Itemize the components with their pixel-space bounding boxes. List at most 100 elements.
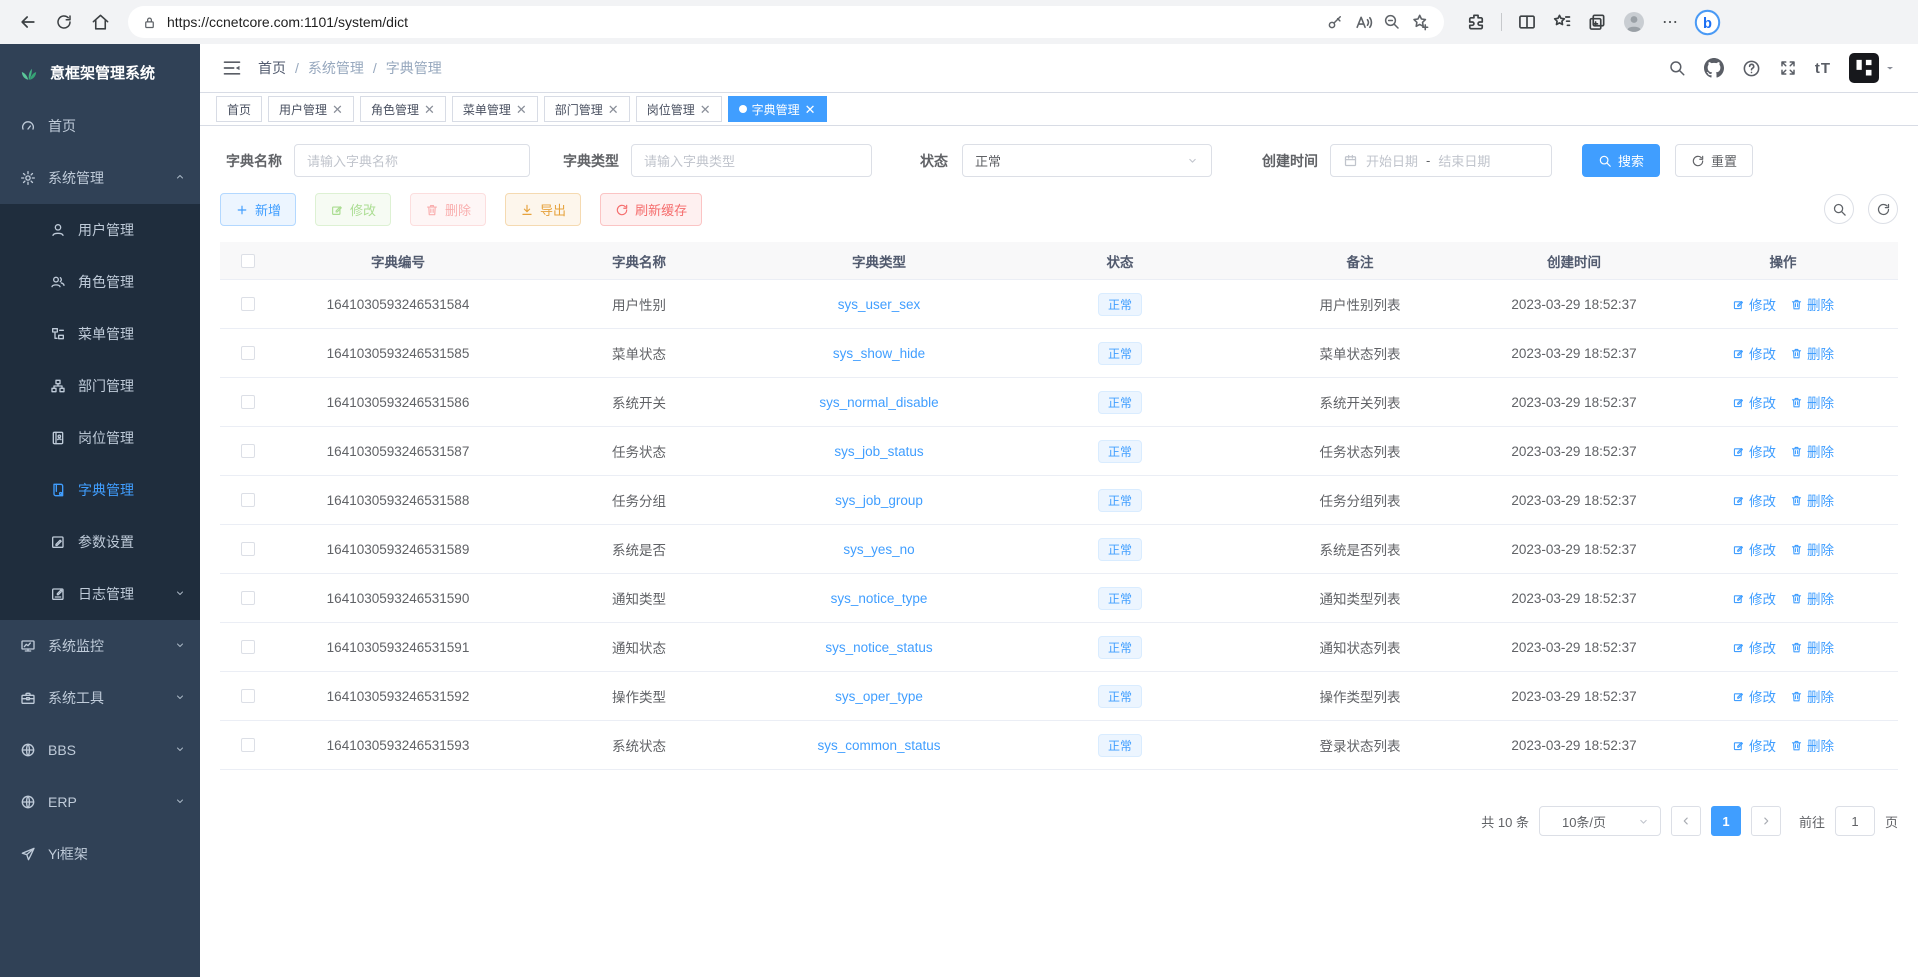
sidebar-item-dept-mgmt[interactable]: 部门管理 bbox=[0, 360, 200, 412]
row-edit-button[interactable]: 修改 bbox=[1732, 735, 1776, 755]
row-delete-button[interactable]: 删除 bbox=[1790, 588, 1834, 608]
dict-type-link[interactable]: sys_notice_status bbox=[825, 640, 932, 655]
split-screen-icon[interactable] bbox=[1517, 12, 1537, 32]
dict-type-link[interactable]: sys_oper_type bbox=[835, 689, 923, 704]
row-delete-button[interactable]: 删除 bbox=[1790, 637, 1834, 657]
row-edit-button[interactable]: 修改 bbox=[1732, 343, 1776, 363]
header-search-icon[interactable] bbox=[1668, 59, 1686, 77]
row-edit-button[interactable]: 修改 bbox=[1732, 637, 1776, 657]
tab-dict-mgmt[interactable]: 字典管理✕ bbox=[728, 96, 827, 122]
row-delete-button[interactable]: 删除 bbox=[1790, 392, 1834, 412]
sidebar-item-dict-mgmt[interactable]: 字典管理 bbox=[0, 464, 200, 516]
sidebar-item-bbs[interactable]: BBS bbox=[0, 724, 200, 776]
favorites-hub-icon[interactable] bbox=[1552, 12, 1572, 32]
row-checkbox[interactable] bbox=[241, 346, 255, 360]
status-select[interactable]: 正常 bbox=[962, 144, 1212, 177]
dict-type-link[interactable]: sys_notice_type bbox=[831, 591, 928, 606]
sidebar-item-role-mgmt[interactable]: 角色管理 bbox=[0, 256, 200, 308]
row-checkbox[interactable] bbox=[241, 444, 255, 458]
export-button[interactable]: 导出 bbox=[505, 193, 581, 226]
dict-type-input[interactable]: 请输入字典类型 bbox=[631, 144, 872, 177]
sidebar-fold-icon[interactable] bbox=[222, 58, 242, 78]
row-edit-button[interactable]: 修改 bbox=[1732, 686, 1776, 706]
row-edit-button[interactable]: 修改 bbox=[1732, 490, 1776, 510]
edit-button[interactable]: 修改 bbox=[315, 193, 391, 226]
row-edit-button[interactable]: 修改 bbox=[1732, 392, 1776, 412]
sidebar-item-yi-frame[interactable]: Yi框架 bbox=[0, 828, 200, 880]
collections-icon[interactable] bbox=[1587, 12, 1607, 32]
breadcrumb-item-home[interactable]: 首页 bbox=[258, 58, 286, 78]
goto-page-input[interactable] bbox=[1835, 806, 1875, 836]
tab-close-icon[interactable]: ✕ bbox=[424, 103, 435, 116]
show-search-toggle-button[interactable] bbox=[1824, 194, 1854, 224]
delete-button[interactable]: 删除 bbox=[410, 193, 486, 226]
dict-type-link[interactable]: sys_job_group bbox=[835, 493, 923, 508]
row-edit-button[interactable]: 修改 bbox=[1732, 294, 1776, 314]
row-delete-button[interactable]: 删除 bbox=[1790, 490, 1834, 510]
page-number-1[interactable]: 1 bbox=[1711, 806, 1741, 836]
reset-button[interactable]: 重置 bbox=[1675, 144, 1753, 177]
font-size-icon[interactable]: tT bbox=[1815, 60, 1831, 77]
sidebar-item-log-mgmt[interactable]: 日志管理 bbox=[0, 568, 200, 620]
date-range-picker[interactable]: 开始日期 - 结束日期 bbox=[1330, 144, 1552, 177]
password-key-icon[interactable] bbox=[1326, 13, 1344, 31]
tab-close-icon[interactable]: ✕ bbox=[700, 103, 711, 116]
add-button[interactable]: 新增 bbox=[220, 193, 296, 226]
refresh-cache-button[interactable]: 刷新缓存 bbox=[600, 193, 702, 226]
row-edit-button[interactable]: 修改 bbox=[1732, 588, 1776, 608]
tab-home[interactable]: 首页 bbox=[216, 96, 262, 122]
dict-type-link[interactable]: sys_normal_disable bbox=[819, 395, 938, 410]
github-icon[interactable] bbox=[1704, 58, 1724, 78]
user-avatar-menu[interactable] bbox=[1849, 53, 1896, 83]
tab-close-icon[interactable]: ✕ bbox=[332, 103, 343, 116]
next-page-button[interactable] bbox=[1751, 806, 1781, 836]
row-checkbox[interactable] bbox=[241, 640, 255, 654]
row-edit-button[interactable]: 修改 bbox=[1732, 539, 1776, 559]
row-delete-button[interactable]: 删除 bbox=[1790, 539, 1834, 559]
tab-post-mgmt[interactable]: 岗位管理✕ bbox=[636, 96, 722, 122]
row-checkbox[interactable] bbox=[241, 542, 255, 556]
tab-close-icon[interactable]: ✕ bbox=[805, 103, 816, 116]
row-edit-button[interactable]: 修改 bbox=[1732, 441, 1776, 461]
browser-back-button[interactable] bbox=[12, 6, 44, 38]
page-size-select[interactable]: 10条/页 bbox=[1539, 806, 1661, 836]
tab-user-mgmt[interactable]: 用户管理✕ bbox=[268, 96, 354, 122]
row-checkbox[interactable] bbox=[241, 738, 255, 752]
row-checkbox[interactable] bbox=[241, 297, 255, 311]
address-bar[interactable]: https://ccnetcore.com:1101/system/dict bbox=[128, 6, 1444, 38]
dict-type-link[interactable]: sys_show_hide bbox=[833, 346, 925, 361]
breadcrumb-item-system[interactable]: 系统管理 bbox=[308, 58, 364, 78]
tab-role-mgmt[interactable]: 角色管理✕ bbox=[360, 96, 446, 122]
bing-chat-icon[interactable]: b bbox=[1694, 9, 1721, 36]
sidebar-item-menu-mgmt[interactable]: 菜单管理 bbox=[0, 308, 200, 360]
tab-close-icon[interactable]: ✕ bbox=[516, 103, 527, 116]
extensions-icon[interactable] bbox=[1466, 12, 1486, 32]
sidebar-item-home[interactable]: 首页 bbox=[0, 100, 200, 152]
dict-type-link[interactable]: sys_yes_no bbox=[843, 542, 914, 557]
row-delete-button[interactable]: 删除 bbox=[1790, 294, 1834, 314]
sidebar-item-system-mgmt[interactable]: 系统管理 bbox=[0, 152, 200, 204]
sidebar-item-system-tools[interactable]: 系统工具 bbox=[0, 672, 200, 724]
dict-type-link[interactable]: sys_job_status bbox=[834, 444, 923, 459]
dict-type-link[interactable]: sys_common_status bbox=[817, 738, 940, 753]
row-delete-button[interactable]: 删除 bbox=[1790, 735, 1834, 755]
sidebar-item-post-mgmt[interactable]: 岗位管理 bbox=[0, 412, 200, 464]
dict-type-link[interactable]: sys_user_sex bbox=[838, 297, 921, 312]
refresh-table-button[interactable] bbox=[1868, 194, 1898, 224]
sidebar-item-erp[interactable]: ERP bbox=[0, 776, 200, 828]
row-checkbox[interactable] bbox=[241, 493, 255, 507]
fullscreen-icon[interactable] bbox=[1779, 59, 1797, 77]
help-question-icon[interactable] bbox=[1742, 59, 1761, 78]
browser-home-button[interactable] bbox=[84, 6, 116, 38]
sidebar-item-param-settings[interactable]: 参数设置 bbox=[0, 516, 200, 568]
tab-close-icon[interactable]: ✕ bbox=[608, 103, 619, 116]
read-aloud-icon[interactable] bbox=[1354, 13, 1373, 32]
row-checkbox[interactable] bbox=[241, 395, 255, 409]
select-all-checkbox[interactable] bbox=[241, 254, 255, 268]
browser-profile-avatar[interactable] bbox=[1622, 10, 1646, 34]
row-delete-button[interactable]: 删除 bbox=[1790, 343, 1834, 363]
row-checkbox[interactable] bbox=[241, 591, 255, 605]
favorite-star-add-icon[interactable] bbox=[1411, 13, 1430, 32]
zoom-out-icon[interactable] bbox=[1383, 13, 1401, 31]
row-checkbox[interactable] bbox=[241, 689, 255, 703]
